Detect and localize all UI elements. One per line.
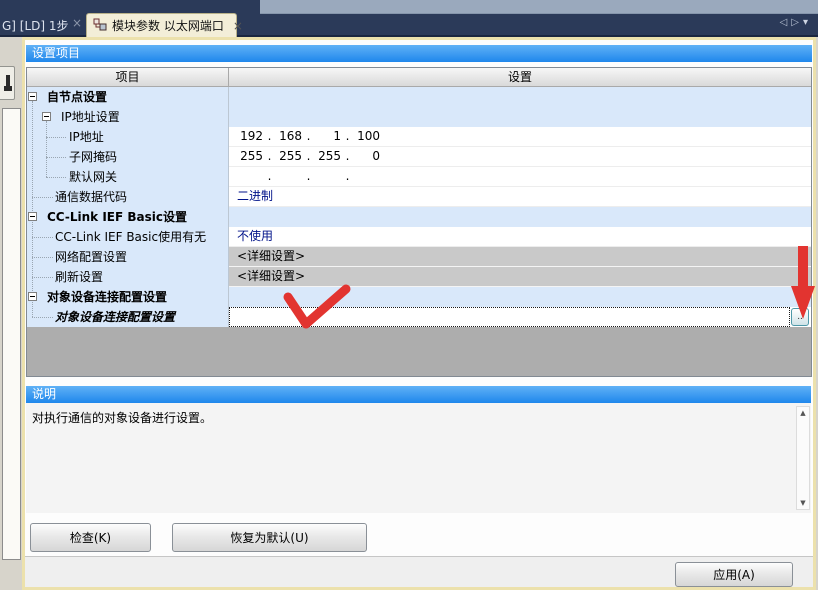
table-row[interactable]: 网络配置设置 <详细设置>: [27, 247, 811, 267]
row-value[interactable]: 不使用: [229, 227, 811, 247]
apply-button[interactable]: 应用(A): [675, 562, 793, 587]
ip-octet[interactable]: 255: [315, 147, 341, 166]
row-label: CC-Link IEF Basic设置: [27, 207, 229, 227]
row-label: IP地址设置: [27, 107, 229, 127]
detail-setting-ellipsis-button[interactable]: ..: [791, 308, 809, 326]
table-row-selected[interactable]: 对象设备连接配置设置 <详细设置> ..: [27, 307, 811, 327]
ip-octet[interactable]: 255: [237, 147, 263, 166]
table-row[interactable]: IP地址 192.168.1.100: [27, 127, 811, 147]
left-toolbar-button[interactable]: [0, 66, 15, 100]
octet-separator: .: [302, 167, 315, 186]
octet-separator: .: [302, 147, 315, 166]
row-label: CC-Link IEF Basic使用有无: [27, 227, 229, 247]
table-row[interactable]: 自节点设置: [27, 87, 811, 107]
table-row[interactable]: 刷新设置 <详细设置>: [27, 267, 811, 287]
octet-separator: .: [302, 127, 315, 146]
collapse-toggle-icon[interactable]: [28, 292, 37, 301]
row-label: 通信数据代码: [27, 187, 229, 207]
module-icon: [93, 18, 107, 34]
table-row[interactable]: IP地址设置: [27, 107, 811, 127]
octet-separator: .: [263, 167, 276, 186]
tab-ladder-editor[interactable]: G] [LD] 1步: [2, 17, 69, 34]
row-label: 默认网关: [27, 167, 229, 187]
table-body: 自节点设置 IP地址设置 IP地址 192.168.1.100 子网掩码 255…: [27, 87, 811, 327]
row-label: 子网掩码: [27, 147, 229, 167]
row-label: 网络配置设置: [27, 247, 229, 267]
table-header-row: 项目 设置: [27, 68, 811, 87]
octet-separator: .: [263, 147, 276, 166]
row-value[interactable]: <详细设置>: [229, 267, 811, 287]
description-text: 对执行通信的对象设备进行设置。: [32, 409, 212, 426]
row-value[interactable]: [229, 87, 811, 107]
row-value[interactable]: [229, 287, 811, 307]
default-gateway-value[interactable]: ...: [229, 167, 811, 187]
row-value[interactable]: 二进制: [229, 187, 811, 207]
setting-item-header: 设置项目: [26, 45, 812, 62]
collapse-toggle-icon[interactable]: [28, 92, 37, 101]
left-dock-panel-edge: [2, 108, 21, 560]
description-panel: 对执行通信的对象设备进行设置。 ▲ ▼: [26, 403, 811, 513]
ip-octet[interactable]: 168: [276, 127, 302, 146]
description-header: 说明: [26, 386, 811, 403]
ip-address-value[interactable]: 192.168.1.100: [229, 127, 811, 147]
tab-close-icon[interactable]: ×: [233, 19, 243, 33]
tab-label: 模块参数 以太网端口: [112, 17, 224, 34]
background-toolbar-strip: [260, 0, 818, 14]
row-value[interactable]: [229, 207, 811, 227]
check-button[interactable]: 检查(K): [30, 523, 151, 552]
ip-octet[interactable]: 100: [354, 127, 380, 146]
restore-default-button[interactable]: 恢复为默认(U): [172, 523, 367, 552]
table-row[interactable]: 默认网关 ...: [27, 167, 811, 187]
ip-octet[interactable]: 1: [315, 127, 341, 146]
table-row[interactable]: 通信数据代码 二进制: [27, 187, 811, 207]
scroll-down-icon[interactable]: ▼: [797, 499, 809, 507]
row-label: IP地址: [27, 127, 229, 147]
parameter-table: 项目 设置 自节点设置 IP地址设置 IP地址 192.168.1.100 子网…: [26, 67, 812, 377]
octet-separator: .: [263, 127, 276, 146]
row-value[interactable]: <详细设置>: [229, 247, 811, 267]
module-parameter-window: G] [LD] 1步 × 模块参数 以太网端口 × ◁▷▾ 设置项目 项目 设置: [0, 0, 818, 590]
description-scrollbar[interactable]: ▲ ▼: [796, 406, 810, 510]
row-label: 对象设备连接配置设置: [27, 287, 229, 307]
row-label: 对象设备连接配置设置: [27, 307, 229, 327]
tab-module-parameter-ethernet[interactable]: 模块参数 以太网端口 ×: [86, 13, 237, 37]
tool-icon: [4, 74, 12, 92]
inactive-tab-close-icon[interactable]: ×: [72, 16, 82, 30]
subnet-mask-value[interactable]: 255.255.255.0: [229, 147, 811, 167]
tab-scroll-right-icon[interactable]: ▷: [791, 17, 803, 28]
tab-scroll-left-icon[interactable]: ◁: [780, 17, 792, 28]
table-row[interactable]: 对象设备连接配置设置: [27, 287, 811, 307]
tab-list-menu-icon[interactable]: ▾: [803, 17, 812, 28]
collapse-toggle-icon[interactable]: [28, 212, 37, 221]
ip-octet[interactable]: 0: [354, 147, 380, 166]
column-header-setting: 设置: [229, 68, 811, 86]
ip-octet[interactable]: 192: [237, 127, 263, 146]
table-empty-area: [27, 327, 811, 376]
octet-separator: .: [341, 127, 354, 146]
table-row[interactable]: CC-Link IEF Basic使用有无 不使用: [27, 227, 811, 247]
tab-scroll-controls: ◁▷▾: [780, 17, 812, 28]
collapse-toggle-icon[interactable]: [42, 112, 51, 121]
target-device-config-value[interactable]: <详细设置> ..: [229, 307, 811, 327]
table-row[interactable]: CC-Link IEF Basic设置: [27, 207, 811, 227]
focus-rectangle: [229, 307, 790, 327]
octet-separator: .: [341, 147, 354, 166]
octet-separator: .: [341, 167, 354, 186]
table-row[interactable]: 子网掩码 255.255.255.0: [27, 147, 811, 167]
ip-octet[interactable]: 255: [276, 147, 302, 166]
row-label: 刷新设置: [27, 267, 229, 287]
row-value[interactable]: [229, 107, 811, 127]
scroll-up-icon[interactable]: ▲: [797, 409, 809, 417]
row-label: 自节点设置: [27, 87, 229, 107]
column-header-item: 项目: [27, 68, 229, 86]
